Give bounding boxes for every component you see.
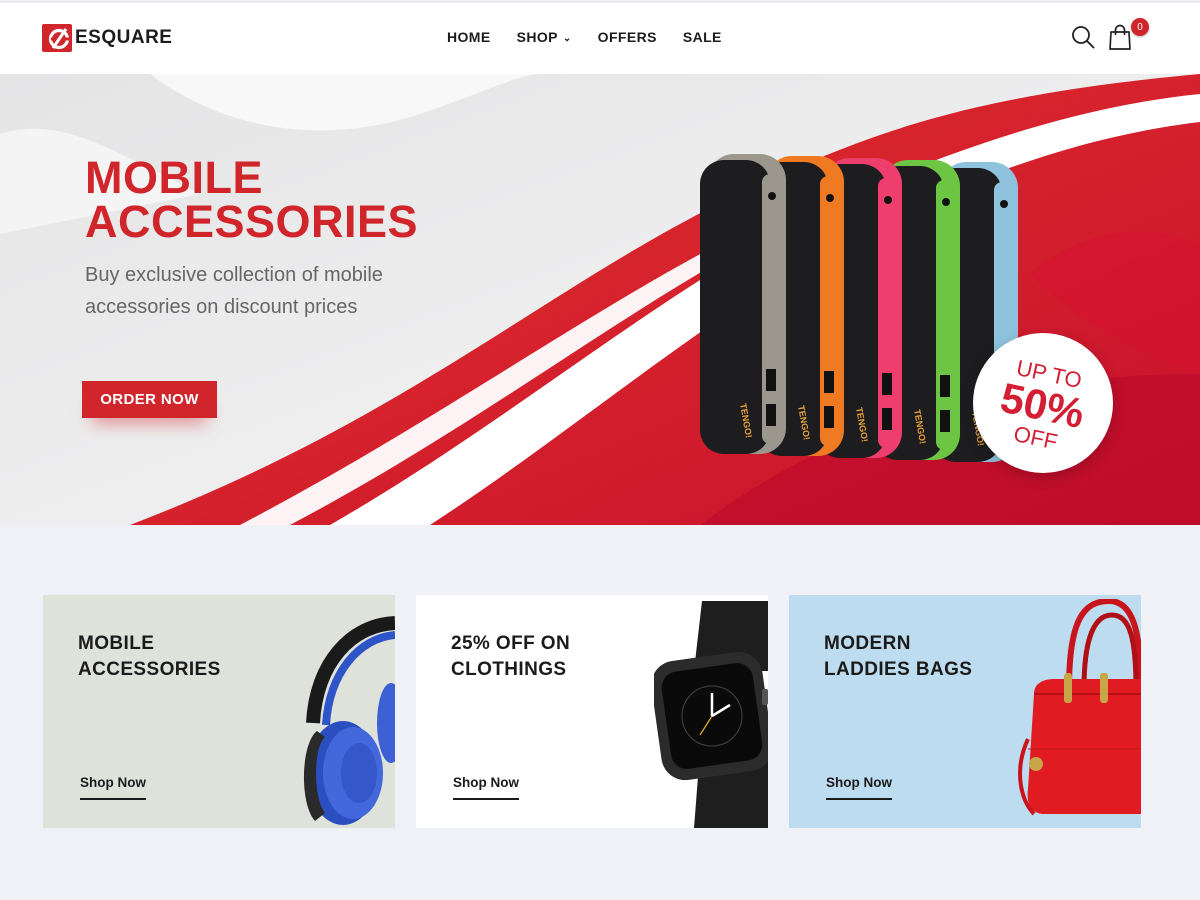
discount-badge: UP TO 50% OFF (973, 333, 1113, 473)
hero-title-line1: MOBILE (85, 152, 263, 203)
site-header: ESQUARE HOME SHOP ⌄ OFFERS SALE 0 (0, 0, 1200, 74)
hero-title: MOBILE ACCESSORIES (85, 152, 419, 247)
nav-offers-label: OFFERS (597, 29, 657, 45)
red-handbag-image (1018, 599, 1141, 816)
shopping-bag-icon[interactable] (1108, 24, 1132, 50)
category-card-ladies-bags[interactable]: MODERN LADDIES BAGS Shop Now (789, 595, 1141, 828)
nav-home-label: HOME (447, 29, 491, 45)
card-title-line1: 25% OFF ON (451, 633, 571, 654)
chevron-down-icon: ⌄ (562, 32, 572, 44)
card-title-line2: LADDIES BAGS (824, 659, 973, 680)
shop-now-link[interactable]: Shop Now (80, 775, 146, 800)
brand-logo[interactable]: ESQUARE (42, 23, 172, 53)
smartwatch-image (654, 601, 768, 828)
card-title-line1: MOBILE (78, 633, 155, 654)
main-nav: HOME SHOP ⌄ OFFERS SALE (434, 29, 735, 45)
category-card-clothings[interactable]: 25% OFF ON CLOTHINGS Shop Now (416, 595, 768, 828)
logo-mark-icon (42, 24, 72, 52)
power-bank: TENGO! (700, 154, 786, 454)
card-title: MODERN LADDIES BAGS (824, 631, 1014, 683)
card-title-line2: CLOTHINGS (451, 659, 567, 680)
brand-name: ESQUARE (75, 27, 173, 48)
hero-banner: MOBILE ACCESSORIES Buy exclusive collect… (0, 74, 1200, 525)
shop-now-link[interactable]: Shop Now (453, 775, 519, 800)
card-title-line1: MODERN (824, 633, 911, 654)
card-title: MOBILE ACCESSORIES (78, 631, 268, 683)
order-now-button[interactable]: ORDER NOW (82, 381, 217, 418)
search-icon[interactable] (1071, 25, 1095, 49)
category-card-mobile-accessories[interactable]: MOBILE ACCESSORIES Shop Now (43, 595, 395, 828)
shop-now-link[interactable]: Shop Now (826, 775, 892, 800)
cart-count-badge: 0 (1131, 18, 1149, 36)
card-title-line2: ACCESSORIES (78, 659, 221, 680)
nav-home[interactable]: HOME (447, 29, 491, 45)
headphones-image (303, 616, 395, 825)
nav-sale[interactable]: SALE (683, 29, 722, 45)
hero-subtitle: Buy exclusive collection of mobile acces… (85, 264, 383, 318)
card-title: 25% OFF ON CLOTHINGS (451, 631, 641, 683)
nav-shop[interactable]: SHOP ⌄ (517, 29, 572, 45)
hero-title-line2: ACCESSORIES (85, 196, 419, 247)
nav-offers[interactable]: OFFERS (598, 29, 657, 45)
nav-shop-label: SHOP (516, 29, 558, 45)
nav-sale-label: SALE (682, 29, 722, 45)
